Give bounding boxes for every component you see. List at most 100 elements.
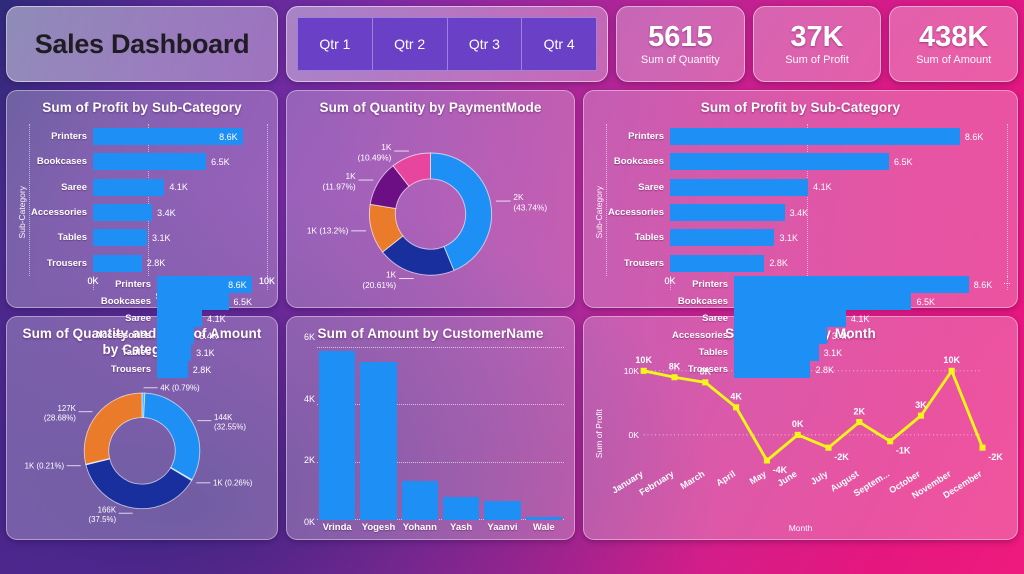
bar-row[interactable]: Saree 4.1K <box>93 310 267 327</box>
bar-row[interactable]: Trousers 2.8K <box>93 361 267 378</box>
bar[interactable] <box>93 254 142 272</box>
bar-row[interactable]: Accessories 3.4K <box>93 327 267 344</box>
bar[interactable] <box>734 344 819 361</box>
slicer-option-qtr1[interactable]: Qtr 1 <box>297 17 372 71</box>
plot-area: Printers 8.6K Bookcases 6.5K Saree 4.1K Access… <box>29 123 268 276</box>
bar[interactable] <box>157 327 195 344</box>
bar[interactable] <box>401 481 438 520</box>
bar[interactable] <box>93 204 153 222</box>
bar[interactable]: 8.6K <box>157 276 252 293</box>
bar-value-label: 3.1K <box>823 347 843 358</box>
chart-panel-profit-by-subcategory-right[interactable]: Sum of Profit by Sub-Category Sub-Catego… <box>583 90 1018 378</box>
bar[interactable] <box>734 310 846 327</box>
bar-row[interactable]: Tables 3.1K <box>29 229 267 247</box>
data-point[interactable] <box>825 444 832 451</box>
bar-value-label: 3.4K <box>199 330 218 341</box>
donut-slice[interactable] <box>143 392 201 481</box>
bar-row[interactable]: Bookcases 6.5K <box>29 153 267 171</box>
data-point[interactable] <box>917 412 924 419</box>
plot-area: Printers 8.6K Bookcases 6.5K Saree 4.1K Access… <box>606 123 1008 276</box>
bar[interactable] <box>734 293 912 310</box>
bar-category-label: Trousers <box>46 257 87 269</box>
bar-row[interactable]: Trousers 2.8K <box>29 254 267 272</box>
bar-track: 8.6K <box>670 128 1007 146</box>
bar-row[interactable]: Printers 8.6K <box>93 276 267 293</box>
data-point[interactable] <box>856 418 863 426</box>
bar[interactable] <box>442 497 480 520</box>
bar[interactable] <box>157 293 229 310</box>
slicer-option-qtr3[interactable]: Qtr 3 <box>446 17 522 71</box>
bar[interactable] <box>93 229 147 247</box>
data-point[interactable] <box>794 431 801 438</box>
bar[interactable] <box>670 204 785 222</box>
bar[interactable] <box>360 362 397 520</box>
bar[interactable] <box>734 361 811 378</box>
bar[interactable] <box>93 153 207 171</box>
bar-row[interactable]: Saree 4.1K <box>670 310 1007 327</box>
data-point[interactable] <box>763 457 770 464</box>
bar-row[interactable]: Saree 4.1K <box>606 178 1007 196</box>
bar-category-label: Tables <box>634 232 664 244</box>
bar-category-label: Bookcases <box>677 296 728 307</box>
data-point[interactable] <box>640 367 647 374</box>
donut-slice-label: 127K (28.68%) <box>44 404 77 423</box>
data-point[interactable] <box>979 444 986 451</box>
bar[interactable] <box>319 350 356 520</box>
bar[interactable] <box>525 516 562 520</box>
bar-row[interactable]: Tables 3.1K <box>93 344 267 361</box>
data-point[interactable] <box>733 404 740 411</box>
bar-row[interactable]: Printers 8.6K <box>29 128 267 146</box>
bar-row[interactable]: Tables 3.1K <box>670 344 1007 361</box>
bar-value-label: 4.1K <box>813 182 832 193</box>
bar[interactable] <box>670 153 890 171</box>
bar-row[interactable]: Trousers 2.8K <box>670 361 1007 378</box>
bar[interactable] <box>670 178 809 196</box>
data-point[interactable] <box>702 379 709 386</box>
data-point[interactable] <box>887 438 894 445</box>
bar-row[interactable]: Bookcases 6.5K <box>606 153 1007 171</box>
bar-row[interactable]: Trousers 2.8K <box>606 254 1007 272</box>
chart-panel-quantity-by-paymentmode[interactable]: Sum of Quantity by PaymentMode 2K (43.74%… <box>286 90 575 308</box>
bar-row[interactable]: Accessories 3.4K <box>606 204 1007 222</box>
bar-track: 3.4K <box>93 204 267 222</box>
bar[interactable] <box>670 128 960 146</box>
bar-row[interactable]: Printers 8.6K <box>606 128 1007 146</box>
bar-row[interactable]: Accessories 3.4K <box>670 327 1007 344</box>
bar-value-label: 6.5K <box>894 156 913 167</box>
bar[interactable] <box>484 501 521 520</box>
bar-category-label: Printers <box>115 279 151 290</box>
bar-row[interactable]: Accessories 3.4K <box>29 204 267 222</box>
page-title: Sales Dashboard <box>34 28 250 59</box>
bar-row[interactable]: Bookcases 6.5K <box>670 293 1007 310</box>
kpi-card-amount[interactable]: 438K Sum of Amount <box>889 6 1019 82</box>
bar[interactable] <box>734 327 827 344</box>
gridline <box>29 123 30 276</box>
bar[interactable] <box>670 254 765 272</box>
bar[interactable] <box>157 310 203 327</box>
chart-panel-amount-by-customername[interactable]: Sum of Amount by CustomerName 0K 2K 4K 6K V… <box>286 316 575 540</box>
bar-track: 6.5K <box>93 153 267 171</box>
chart-title: Sum of Profit by Sub-Category <box>42 100 242 115</box>
kpi-card-profit[interactable]: 37K Sum of Profit <box>752 6 882 82</box>
bar-track: 3.1K <box>734 344 1007 361</box>
kpi-value-profit: 37K <box>790 20 844 53</box>
bar-row[interactable]: Saree 4.1K <box>29 178 267 196</box>
bar-category-label: Bookcases <box>100 296 151 307</box>
quarter-slicer[interactable]: Qtr 1 Qtr 2 Qtr 3 Qtr 4 <box>286 6 608 82</box>
bar[interactable] <box>734 276 969 293</box>
bar[interactable] <box>93 178 165 196</box>
bar[interactable] <box>157 344 192 361</box>
bar-row[interactable]: Printers 8.6K <box>670 276 1007 293</box>
chart-panel-profit-by-subcategory-left[interactable]: Sum of Profit by Sub-Category Sub-Catego… <box>6 90 278 378</box>
slicer-option-qtr4[interactable]: Qtr 4 <box>521 17 597 71</box>
slicer-option-qtr2[interactable]: Qtr 2 <box>371 17 447 71</box>
bar[interactable] <box>670 229 775 247</box>
bar-row[interactable]: Tables 3.1K <box>606 229 1007 247</box>
kpi-card-quantity[interactable]: 5615 Sum of Quantity <box>616 6 745 82</box>
x-axis-tick-label: Yogesh <box>361 522 396 533</box>
bar[interactable]: 8.6K <box>93 128 243 146</box>
donut-slice[interactable] <box>83 392 143 465</box>
bar-track: 3.4K <box>734 327 1007 344</box>
bar-row[interactable]: Bookcases 6.5K <box>93 293 267 310</box>
bar[interactable] <box>157 361 188 378</box>
